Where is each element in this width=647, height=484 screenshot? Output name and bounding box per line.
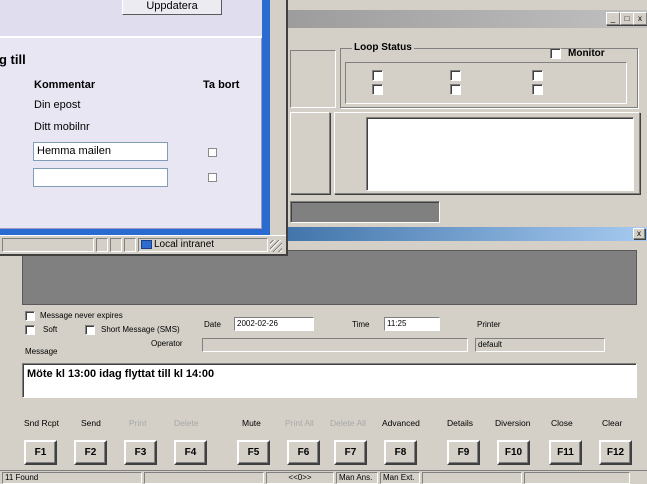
soft-label: Soft [43,325,58,334]
browser-status-cell-2 [96,238,108,252]
f3-print-button[interactable]: F3 [124,440,157,465]
left-side-box [290,112,330,194]
row-mobile-label: Ditt mobilnr [34,121,90,133]
loop-checkbox-2[interactable] [372,84,383,95]
loop-checkbox-4[interactable] [450,84,461,95]
time-label: Time [352,320,370,329]
loop-status-panel [345,62,627,104]
close-window-button[interactable]: x [633,12,647,25]
sms-label: Short Message (SMS) [101,325,180,334]
remove-column-header: Ta bort [203,79,240,91]
f12-clear-button[interactable]: F12 [599,440,632,465]
comment-input-2[interactable] [33,168,168,187]
comment-column-header: Kommentar [34,79,96,91]
date-input[interactable]: 2002-02-26 [234,317,314,331]
f1-snd-rcpt-button[interactable]: F1 [24,440,57,465]
browser-status-cell-1 [2,238,94,252]
monitor-label: Monitor [568,48,605,59]
browser-status-cell-3 [110,238,122,252]
maximize-button[interactable]: □ [620,12,634,25]
loop-list-box[interactable] [366,117,634,191]
status-indicator: <<0>> [266,472,334,484]
fkey-label-f2: Send [81,418,101,428]
loop-status-label: Loop Status [352,42,414,53]
status-man-ans: Man Ans. [336,472,378,484]
remove-checkbox-2[interactable] [208,173,217,182]
monitor-checkbox[interactable] [550,48,561,59]
remove-checkbox-1[interactable] [208,148,217,157]
loop-checkbox-5[interactable] [532,70,543,81]
browser-status-cell-4 [124,238,136,252]
f2-send-button[interactable]: F2 [74,440,107,465]
groupbox-left [290,50,336,108]
intranet-zone-icon [141,239,152,249]
f4-delete-button[interactable]: F4 [174,440,207,465]
message-display-panel [22,250,637,305]
sms-checkbox[interactable] [85,325,95,335]
f8-advanced-button[interactable]: F8 [384,440,417,465]
resize-grip-icon[interactable] [270,240,282,252]
loop-checkbox-6[interactable] [532,84,543,95]
fkey-label-f6: Print All [285,418,314,428]
update-button[interactable]: Uppdatera [122,0,222,15]
fkey-label-f5: Mute [242,418,261,428]
operator-label: Operator [151,339,183,348]
soft-checkbox[interactable] [25,325,35,335]
status-cell-6 [422,472,522,484]
browser-window: Uppdatera g till Kommentar Ta bort Din e… [0,0,288,256]
f6-print-all-button[interactable]: F6 [287,440,320,465]
printer-field[interactable]: default [475,338,605,352]
loop-checkbox-3[interactable] [450,70,461,81]
fkey-label-f7: Delete All [330,418,366,428]
fkey-label-f3: Print [129,418,147,428]
never-expires-label: Message never expires [40,311,123,320]
fkey-label-f12: Clear [602,418,623,428]
fkey-label-f4: Delete [174,418,199,428]
operator-field[interactable] [202,338,468,352]
browser-status-bar: Local intranet [0,235,286,254]
f7-delete-all-button[interactable]: F7 [334,440,367,465]
comment-input-1[interactable]: Hemma mailen [33,142,168,161]
fkey-label-f1: Snd Rcpt [24,418,59,428]
browser-page: Uppdatera g till Kommentar Ta bort Din e… [0,0,262,229]
f9-details-button[interactable]: F9 [447,440,480,465]
main-close-button[interactable]: x [633,228,645,239]
status-found: 11 Found [2,472,142,484]
message-text-area[interactable]: Möte kl 13:00 idag flyttat till kl 14:00 [22,363,637,398]
date-label: Date [204,320,221,329]
message-label: Message [25,347,58,356]
fkey-label-f9: Details [447,418,473,428]
fkey-label-f8: Advanced [382,418,420,428]
status-cell-7 [524,472,630,484]
status-bar: 11 Found <<0>> Man Ans. Man Ext. [0,470,647,484]
browser-zone-cell: Local intranet [138,238,268,252]
minimize-button[interactable]: _ [606,12,620,25]
browser-content-frame: Uppdatera g till Kommentar Ta bort Din e… [0,0,270,235]
row-email-label: Din epost [34,99,81,111]
f10-diversion-button[interactable]: F10 [497,440,530,465]
fkey-label-f11: Close [551,418,573,428]
browser-zone-label: Local intranet [154,239,215,250]
f11-close-button[interactable]: F11 [549,440,582,465]
status-man-ext: Man Ext. [380,472,420,484]
f5-mute-button[interactable]: F5 [237,440,270,465]
loop-checkbox-1[interactable] [372,70,383,81]
status-cell-2 [144,472,264,484]
section-title: g till [0,52,26,67]
time-input[interactable]: 11:25 [384,317,440,331]
fkey-label-f10: Diversion [495,418,531,428]
printer-label: Printer [477,320,501,329]
progress-field [290,201,440,223]
never-expires-checkbox[interactable] [25,311,35,321]
